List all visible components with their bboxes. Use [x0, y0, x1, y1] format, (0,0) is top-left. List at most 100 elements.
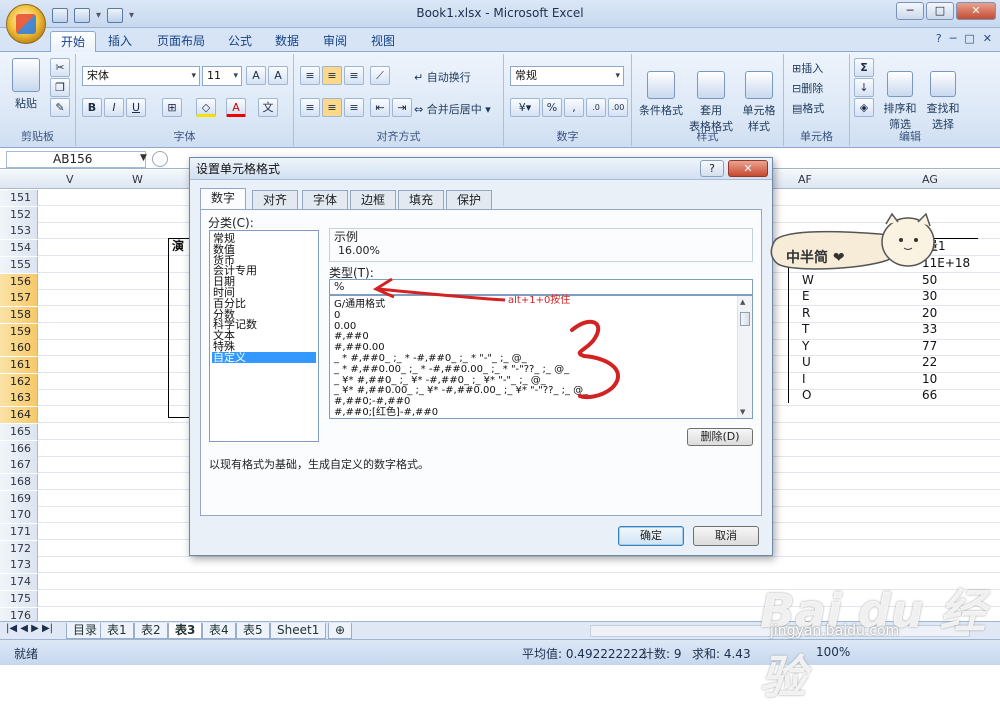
decrease-decimal-icon[interactable]: .00	[608, 98, 628, 117]
row-header[interactable]: 174	[0, 574, 38, 591]
namebox-dropdown-icon[interactable]: ▼	[140, 153, 147, 163]
delete-format-button[interactable]: 删除(D)	[687, 428, 753, 446]
number-format-select[interactable]: 常规	[510, 66, 624, 86]
tab-view[interactable]: 视图	[361, 31, 405, 52]
row-header[interactable]: 151	[0, 190, 38, 206]
sheet-tab[interactable]: 表2	[134, 623, 168, 639]
format-cells-button[interactable]: ▤格式	[792, 100, 824, 116]
row-header[interactable]: 159	[0, 323, 38, 340]
tab-insert[interactable]: 插入	[98, 31, 142, 52]
percent-icon[interactable]: %	[542, 98, 562, 117]
insert-function-icon[interactable]	[152, 151, 168, 167]
format-item[interactable]: _ ¥* #,##0_ ;_ ¥* -#,##0_ ;_ ¥* "-"_ ;_ …	[334, 375, 546, 386]
dialog-close-button[interactable]: ✕	[728, 160, 768, 177]
phonetic-icon[interactable]: 文	[258, 98, 278, 117]
cell-ag[interactable]: 20	[922, 306, 937, 321]
row-header[interactable]: 169	[0, 490, 38, 507]
cell-af[interactable]: R	[802, 306, 810, 321]
row-header[interactable]: 170	[0, 507, 38, 524]
maximize-button[interactable]: □	[926, 2, 954, 20]
row-header[interactable]: 172	[0, 540, 38, 557]
font-name-select[interactable]: 宋体	[82, 66, 200, 86]
tab-review[interactable]: 审阅	[313, 31, 357, 52]
align-top-icon[interactable]: ≡	[300, 66, 320, 85]
font-size-select[interactable]: 11	[202, 66, 242, 86]
tab-data[interactable]: 数据	[265, 31, 309, 52]
column-header[interactable]: V	[66, 173, 74, 186]
decrease-indent-icon[interactable]: ⇤	[370, 98, 390, 117]
insert-cells-button[interactable]: ⊞插入	[792, 60, 823, 76]
format-type-list[interactable]: G/通用格式 0 0.00 #,##0 #,##0.00 _ * #,##0_ ;_ * …	[329, 295, 753, 419]
scroll-up-icon[interactable]: ▲	[740, 298, 745, 306]
cell-ag[interactable]: 10	[922, 372, 937, 387]
row-header[interactable]: 165	[0, 423, 38, 440]
format-item[interactable]: #,##0;-#,##0	[334, 396, 410, 407]
cell-af[interactable]: O	[802, 388, 811, 403]
row-header[interactable]: 161	[0, 357, 38, 373]
borders-icon[interactable]: ⊞	[162, 98, 182, 117]
shrink-font-icon[interactable]: A	[268, 66, 288, 85]
insert-sheet-icon[interactable]: ⊕	[328, 623, 353, 639]
ribbon-restore-icon[interactable]: □	[964, 32, 974, 45]
category-list[interactable]: 常规 数值 货币 会计专用 日期 时间 百分比 分数 科学记数 文本 特殊 自定义	[209, 230, 319, 442]
cell-ag[interactable]: 33	[922, 322, 937, 337]
italic-icon[interactable]: I	[104, 98, 124, 117]
cell-ag[interactable]: 77	[922, 339, 937, 354]
increase-decimal-icon[interactable]: .0	[586, 98, 606, 117]
currency-icon[interactable]: ¥▾	[510, 98, 540, 117]
row-header[interactable]: 168	[0, 473, 38, 490]
align-bottom-icon[interactable]: ≡	[344, 66, 364, 85]
tab-home[interactable]: 开始	[50, 31, 97, 52]
name-box[interactable]: AB156	[6, 151, 146, 168]
cell-af[interactable]: E	[802, 289, 810, 304]
tab-page-layout[interactable]: 页面布局	[147, 31, 215, 52]
format-item[interactable]: 0	[334, 310, 340, 321]
format-item[interactable]: _ ¥* #,##0.00_ ;_ ¥* -#,##0.00_ ;_ ¥* "-…	[334, 385, 588, 396]
ribbon-minimize-icon[interactable]: ─	[950, 32, 957, 45]
row-header[interactable]: 163	[0, 390, 38, 407]
row-header[interactable]: 162	[0, 373, 38, 390]
cell-af[interactable]: Y	[802, 339, 809, 354]
close-button[interactable]: ✕	[956, 2, 996, 20]
align-right-icon[interactable]: ≡	[344, 98, 364, 117]
cell-ag[interactable]: 30	[922, 289, 937, 304]
fill-color-icon[interactable]: ◇	[196, 98, 216, 117]
merge-center-button[interactable]: ⇔ 合并后居中 ▾	[414, 101, 491, 117]
row-header[interactable]: 156	[0, 273, 38, 290]
orientation-icon[interactable]: ⟋	[370, 66, 390, 85]
sheet-tab[interactable]: 表3	[168, 623, 203, 639]
sheet-tab[interactable]: Sheet1	[270, 623, 327, 639]
underline-icon[interactable]: U	[126, 98, 146, 117]
tab-font[interactable]: 字体	[302, 190, 349, 209]
format-list-scrollbar[interactable]: ▲ ▼	[737, 296, 752, 418]
tab-number[interactable]: 数字	[200, 188, 247, 210]
row-header[interactable]: 166	[0, 440, 38, 457]
minimize-button[interactable]: ─	[896, 2, 924, 20]
comma-icon[interactable]: ,	[564, 98, 584, 117]
dialog-help-button[interactable]: ?	[700, 160, 724, 177]
autosum-icon[interactable]: Σ	[854, 58, 874, 77]
tab-fill[interactable]: 填充	[398, 190, 445, 209]
cell-ag[interactable]: 66	[922, 388, 937, 403]
format-painter-icon[interactable]: ✎	[50, 98, 70, 117]
row-header[interactable]: 175	[0, 590, 38, 607]
cancel-button[interactable]: 取消	[693, 526, 759, 546]
wrap-text-button[interactable]: ↵ 自动换行	[414, 69, 471, 85]
row-header[interactable]: 152	[0, 206, 38, 223]
conditional-format-button[interactable]: 条件格式	[636, 58, 686, 131]
row-header[interactable]: 171	[0, 524, 38, 540]
row-header[interactable]: 173	[0, 557, 38, 574]
column-header[interactable]: AF	[798, 173, 812, 186]
format-item[interactable]: _ * #,##0_ ;_ * -#,##0_ ;_ * "-"_ ;_ @_	[334, 353, 527, 364]
sheet-nav-icon[interactable]: |◀ ◀ ▶ ▶|	[6, 623, 53, 634]
cut-icon[interactable]: ✂	[50, 58, 70, 77]
office-button[interactable]	[6, 4, 46, 44]
delete-cells-button[interactable]: ⊟删除	[792, 80, 823, 96]
font-color-icon[interactable]: A	[226, 98, 246, 117]
tab-alignment[interactable]: 对齐	[252, 190, 299, 209]
grow-font-icon[interactable]: A	[246, 66, 266, 85]
tab-protection[interactable]: 保护	[446, 190, 493, 209]
scroll-thumb[interactable]	[740, 312, 750, 326]
help-icon[interactable]: ?	[936, 32, 942, 45]
row-header[interactable]: 154	[0, 240, 38, 257]
